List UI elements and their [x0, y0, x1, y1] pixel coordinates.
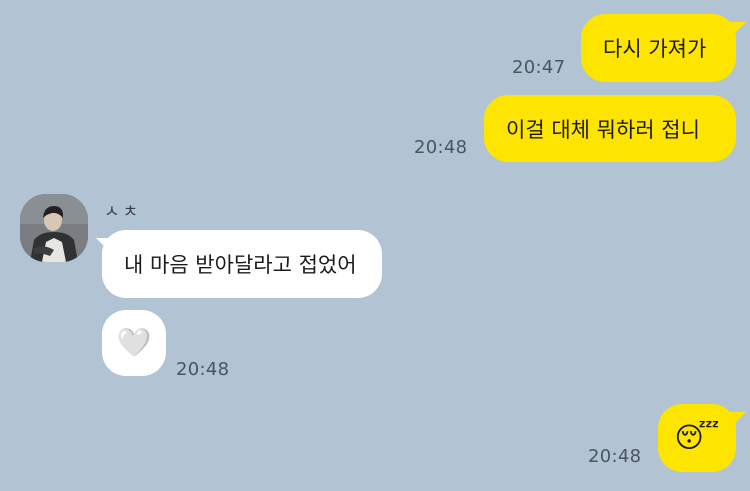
my-message-bubble[interactable]: 이걸 대체 뭐하러 접니 [484, 95, 736, 162]
avatar[interactable] [20, 194, 88, 262]
chat-area: 20:47 다시 가져가 20:48 이걸 대체 뭐하러 접니 ㅅㅊ 내 마음 … [0, 0, 750, 491]
their-message-bubble[interactable]: 내 마음 받아달라고 접었어 [102, 230, 382, 298]
my-message-bubble[interactable]: 다시 가져가 [581, 14, 736, 82]
sleeping-face-icon: 😴 [674, 421, 720, 454]
their-emoji-bubble[interactable]: 🤍 [102, 310, 166, 376]
profile-photo-icon [20, 194, 88, 262]
message-time: 20:48 [588, 446, 642, 467]
white-heart-icon: 🤍 [116, 326, 152, 359]
message-time: 20:47 [512, 57, 566, 78]
message-text: 내 마음 받아달라고 접었어 [124, 253, 357, 277]
message-time: 20:48 [414, 137, 468, 158]
message-text: 다시 가져가 [603, 37, 707, 61]
sender-name: ㅅㅊ [104, 202, 142, 222]
message-time: 20:48 [176, 359, 230, 380]
message-text: 이걸 대체 뭐하러 접니 [506, 117, 700, 142]
